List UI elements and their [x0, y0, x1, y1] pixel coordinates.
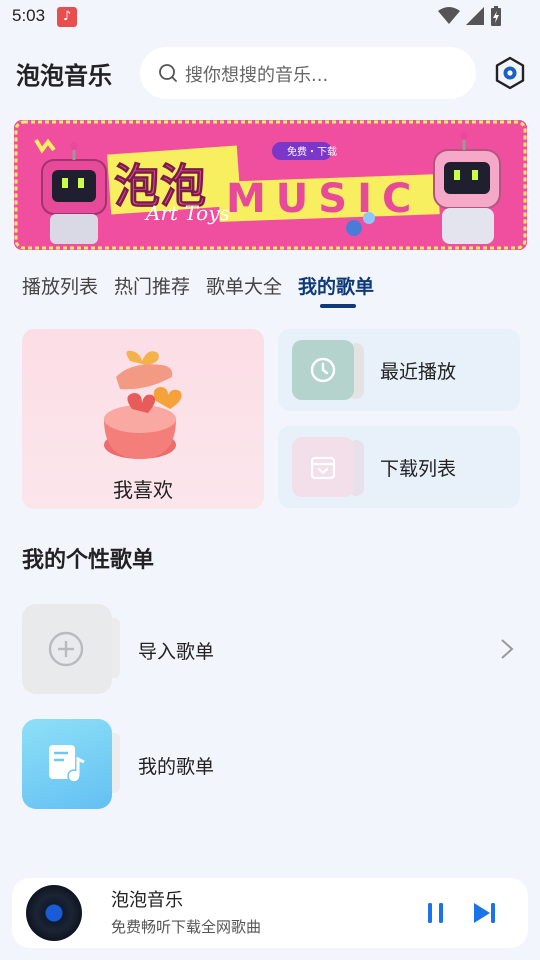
import-thumb: [22, 604, 112, 694]
wifi-icon: [438, 7, 460, 24]
status-time: 5:03: [12, 6, 46, 25]
search-placeholder: 搜你想搜的音乐...: [185, 65, 329, 86]
music-note-icon: ♪: [57, 7, 77, 27]
banner-title-en: MUSIC: [226, 176, 421, 222]
banner-art: 泡泡 MUSIC Art Toys 免费・下载: [14, 120, 527, 250]
settings-icon[interactable]: [494, 56, 526, 90]
recent-icon-tile: [292, 340, 354, 400]
my-playlist-thumb: [22, 719, 112, 809]
tab-all-playlists[interactable]: 歌单大全: [206, 272, 282, 308]
album-disc-icon: [26, 885, 82, 941]
tab-bar: 播放列表 热门推荐 歌单大全 我的歌单: [22, 272, 374, 312]
player-subtitle: 免费畅听下载全网歌曲: [111, 918, 262, 936]
pause-icon[interactable]: [425, 901, 447, 925]
recent-play-card[interactable]: 最近播放: [278, 329, 520, 411]
my-playlist-label: 我的歌单: [138, 756, 215, 778]
tab-hot-recommend[interactable]: 热门推荐: [114, 272, 190, 308]
download-label: 下载列表: [380, 458, 457, 480]
status-icons: [438, 6, 502, 26]
header: 泡泡音乐 搜你想搜的音乐...: [0, 44, 540, 102]
status-bar: 5:03 ♪: [0, 0, 540, 34]
plus-circle-icon: [48, 631, 84, 667]
clock-icon: [310, 357, 336, 383]
download-list-card[interactable]: 下载列表: [278, 426, 520, 508]
app-title: 泡泡音乐: [16, 62, 112, 90]
next-track-icon[interactable]: [472, 901, 498, 925]
banner-tag: 免费・下载: [287, 145, 337, 158]
player-title: 泡泡音乐: [111, 890, 183, 911]
import-playlist-label: 导入歌单: [138, 641, 215, 663]
favorite-label: 我喜欢: [113, 478, 173, 502]
recent-label: 最近播放: [380, 361, 457, 383]
promo-banner[interactable]: 泡泡 MUSIC Art Toys 免费・下载: [14, 120, 527, 250]
download-icon-tile: [292, 437, 354, 497]
section-title: 我的个性歌单: [22, 548, 155, 573]
download-box-icon: [310, 456, 336, 480]
battery-icon: [491, 6, 501, 26]
tab-playlist[interactable]: 播放列表: [22, 272, 98, 308]
banner-subtitle: Art Toys: [144, 201, 230, 225]
gift-heart-icon: [104, 350, 182, 459]
search-icon: [159, 64, 177, 82]
search-input[interactable]: 搜你想搜的音乐...: [140, 47, 476, 99]
chevron-right-icon: [501, 639, 514, 659]
import-playlist-row[interactable]: 导入歌单: [22, 604, 520, 694]
tab-my-playlists[interactable]: 我的歌单: [298, 272, 374, 308]
favorite-card[interactable]: 我喜欢: [22, 329, 264, 509]
music-note-doc-icon: [49, 745, 85, 783]
my-playlist-row[interactable]: 我的歌单: [22, 719, 520, 809]
signal-icon: [466, 7, 484, 25]
mini-player[interactable]: 泡泡音乐 免费畅听下载全网歌曲: [12, 878, 528, 948]
